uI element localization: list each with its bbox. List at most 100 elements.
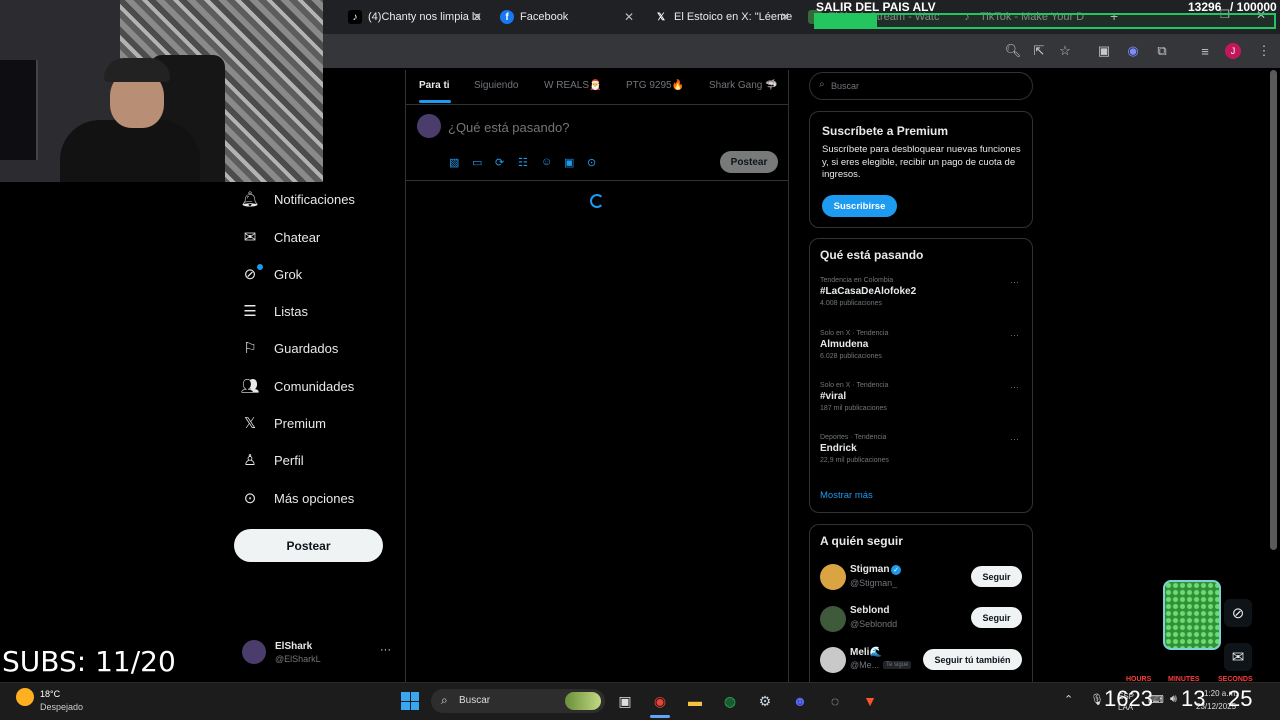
menu-icon[interactable]: ⋮ bbox=[1255, 42, 1273, 60]
spotify-icon[interactable]: ◍ bbox=[719, 690, 741, 712]
image-icon[interactable]: ▧ bbox=[449, 156, 459, 169]
location-icon[interactable]: ⊙ bbox=[587, 156, 596, 169]
tab-w-reals[interactable]: W REALS🎅 bbox=[544, 80, 601, 91]
nav-item-more[interactable]: ⊙ Más opciones bbox=[240, 483, 355, 513]
browser-tab[interactable]: f Facebook ✕ bbox=[492, 4, 640, 30]
compose-post-button[interactable]: Postear bbox=[720, 151, 778, 173]
microphone-icon[interactable]: 🎙︎ bbox=[1090, 693, 1104, 706]
extension-icon[interactable]: ▣ bbox=[1095, 42, 1113, 60]
who-to-follow-title: A quién seguir bbox=[820, 534, 903, 548]
follow-button[interactable]: Seguir bbox=[971, 607, 1022, 628]
show-more-link[interactable]: Mostrar más bbox=[820, 490, 873, 501]
tray-chevron-icon[interactable]: ⌃ bbox=[1064, 693, 1073, 706]
nav-item-communities[interactable]: 👥︎ Comunidades bbox=[240, 371, 354, 401]
weather-temp: 18°C bbox=[40, 689, 61, 699]
close-icon[interactable]: ✕ bbox=[472, 10, 482, 24]
media-icon[interactable]: ≡ bbox=[1196, 42, 1214, 60]
close-icon[interactable]: ✕ bbox=[624, 10, 634, 24]
trend-more-icon[interactable]: ··· bbox=[1010, 277, 1019, 287]
task-view-icon[interactable]: ▣ bbox=[614, 690, 636, 712]
trend-item[interactable]: Solo en X · Tendencia Almudena 6.028 pub… bbox=[820, 330, 1025, 360]
post-button[interactable]: Postear bbox=[234, 529, 383, 562]
search-input[interactable]: Buscar bbox=[831, 81, 859, 91]
follows-you-badge: Te sigue bbox=[883, 661, 912, 669]
schedule-icon[interactable]: ▣ bbox=[564, 156, 574, 169]
trend-name: Endrick bbox=[820, 443, 857, 454]
trend-more-icon[interactable]: ··· bbox=[1010, 434, 1019, 444]
account-more-icon[interactable]: ··· bbox=[380, 644, 391, 656]
taskbar-search[interactable]: ⌕ Buscar bbox=[431, 689, 605, 713]
follow-button[interactable]: Seguir bbox=[971, 566, 1022, 587]
messages-floating-icon[interactable]: ✉︎ bbox=[1224, 643, 1252, 671]
nav-item-lists[interactable]: ☰ Listas bbox=[240, 296, 308, 326]
premium-card: Suscríbete a Premium Suscríbete para des… bbox=[809, 111, 1033, 228]
nav-item-premium[interactable]: 𝕏 Premium bbox=[240, 408, 326, 438]
trend-more-icon[interactable]: ··· bbox=[1010, 330, 1019, 340]
taskbar-search-label: Buscar bbox=[459, 695, 491, 706]
steam-icon[interactable]: ⚙︎ bbox=[754, 690, 776, 712]
list-icon: ☰ bbox=[243, 303, 257, 320]
timer-seconds-label: SECONDS bbox=[1218, 676, 1253, 683]
trend-name: #LaCasaDeAlofoke2 bbox=[820, 286, 917, 297]
nav-label: Chatear bbox=[274, 229, 321, 245]
scrollbar[interactable] bbox=[1270, 70, 1277, 550]
zoom-icon[interactable]: 🔍︎ bbox=[1004, 42, 1022, 60]
nav-item-chat[interactable]: ✉︎ Chatear bbox=[240, 222, 321, 252]
account-avatar[interactable] bbox=[242, 640, 266, 664]
volume-icon[interactable]: 🔊︎ bbox=[1170, 693, 1177, 706]
windows-start-icon[interactable] bbox=[401, 692, 419, 710]
follow-back-button[interactable]: Seguir tú también bbox=[923, 649, 1022, 670]
nav-item-profile[interactable]: ♙ Perfil bbox=[240, 445, 303, 475]
cast-icon[interactable]: ⇱ bbox=[1030, 42, 1048, 60]
grok-floating-icon[interactable]: ⊘ bbox=[1224, 599, 1252, 627]
premium-text: Suscríbete para desbloquear nuevas funci… bbox=[822, 144, 1021, 180]
subs-counter: SUBS: 11/20 bbox=[2, 645, 176, 678]
browser-tab[interactable]: ♪ (4)Chanty nos limpia la ✕ bbox=[340, 4, 488, 30]
browser-tab[interactable]: 𝕏 El Estoico en X: "Léeme ✕ bbox=[646, 4, 796, 30]
star-icon[interactable]: ☆ bbox=[1056, 42, 1074, 60]
tab-para-ti[interactable]: Para ti bbox=[419, 80, 450, 91]
gif-icon[interactable]: ▭ bbox=[472, 156, 482, 169]
trend-more-icon[interactable]: ··· bbox=[1010, 382, 1019, 392]
x-logo-icon: 𝕏 bbox=[243, 415, 257, 432]
brave-icon[interactable]: ▼ bbox=[859, 690, 881, 712]
extension-icon[interactable]: ◉ bbox=[1124, 42, 1142, 60]
trend-item[interactable]: Deportes · Tendencia Endrick 22,9 mil pu… bbox=[820, 434, 1025, 464]
who-to-follow-card: A quién seguir Stigman ✓ @Stigman_ Segui… bbox=[809, 524, 1033, 684]
avatar[interactable] bbox=[820, 647, 846, 673]
tab-siguiendo[interactable]: Siguiendo bbox=[474, 80, 518, 91]
nav-item-notifications[interactable]: 🔔︎ Notificaciones bbox=[240, 184, 354, 214]
trend-count: 4.008 publicaciones bbox=[820, 300, 882, 307]
verified-badge-icon: ✓ bbox=[891, 565, 901, 575]
nav-item-bookmarks[interactable]: ⚐ Guardados bbox=[240, 333, 338, 363]
puzzle-icon[interactable]: ⧉ bbox=[1153, 42, 1171, 60]
avatar[interactable] bbox=[820, 564, 846, 590]
active-app-indicator bbox=[650, 715, 670, 718]
tab-ptg[interactable]: PTG 9295🔥 bbox=[626, 80, 684, 91]
trend-item[interactable]: Solo en X · Tendencia #viral 187 mil pub… bbox=[820, 382, 1025, 412]
app-icon[interactable]: ◌ bbox=[824, 690, 846, 712]
file-explorer-icon[interactable]: ▬ bbox=[684, 690, 706, 712]
trend-count: 6.028 publicaciones bbox=[820, 353, 882, 360]
nav-item-grok[interactable]: ⊘ Grok bbox=[240, 259, 302, 289]
avatar[interactable] bbox=[820, 606, 846, 632]
person-icon: ♙ bbox=[243, 452, 257, 469]
close-icon[interactable]: ✕ bbox=[780, 10, 790, 24]
poll-icon[interactable]: ☷ bbox=[518, 156, 528, 169]
grok-icon[interactable]: ⟳ bbox=[495, 156, 504, 169]
nav-label: Comunidades bbox=[274, 378, 355, 394]
weather-desc: Despejado bbox=[40, 702, 84, 712]
follow-handle: @Stigman_ bbox=[850, 578, 898, 588]
trend-meta: Deportes · Tendencia bbox=[820, 434, 887, 441]
compose-input[interactable]: ¿Qué está pasando? bbox=[448, 120, 569, 135]
chrome-icon[interactable]: ◉ bbox=[649, 690, 671, 712]
emoji-icon[interactable]: ☺ bbox=[541, 156, 552, 168]
subscribe-button[interactable]: Suscribirse bbox=[822, 195, 897, 217]
discord-icon[interactable]: ☻ bbox=[789, 690, 811, 712]
trend-item[interactable]: Tendencia en Colombia #LaCasaDeAlofoke2 … bbox=[820, 277, 1025, 307]
profile-avatar-icon[interactable]: J bbox=[1225, 43, 1241, 59]
tab-label: Facebook bbox=[520, 11, 569, 23]
premium-title: Suscríbete a Premium bbox=[822, 124, 949, 138]
search-box[interactable]: ⌕ Buscar bbox=[809, 72, 1033, 100]
tab-shark-gang[interactable]: Shark Gang 🦈 bbox=[709, 80, 778, 91]
